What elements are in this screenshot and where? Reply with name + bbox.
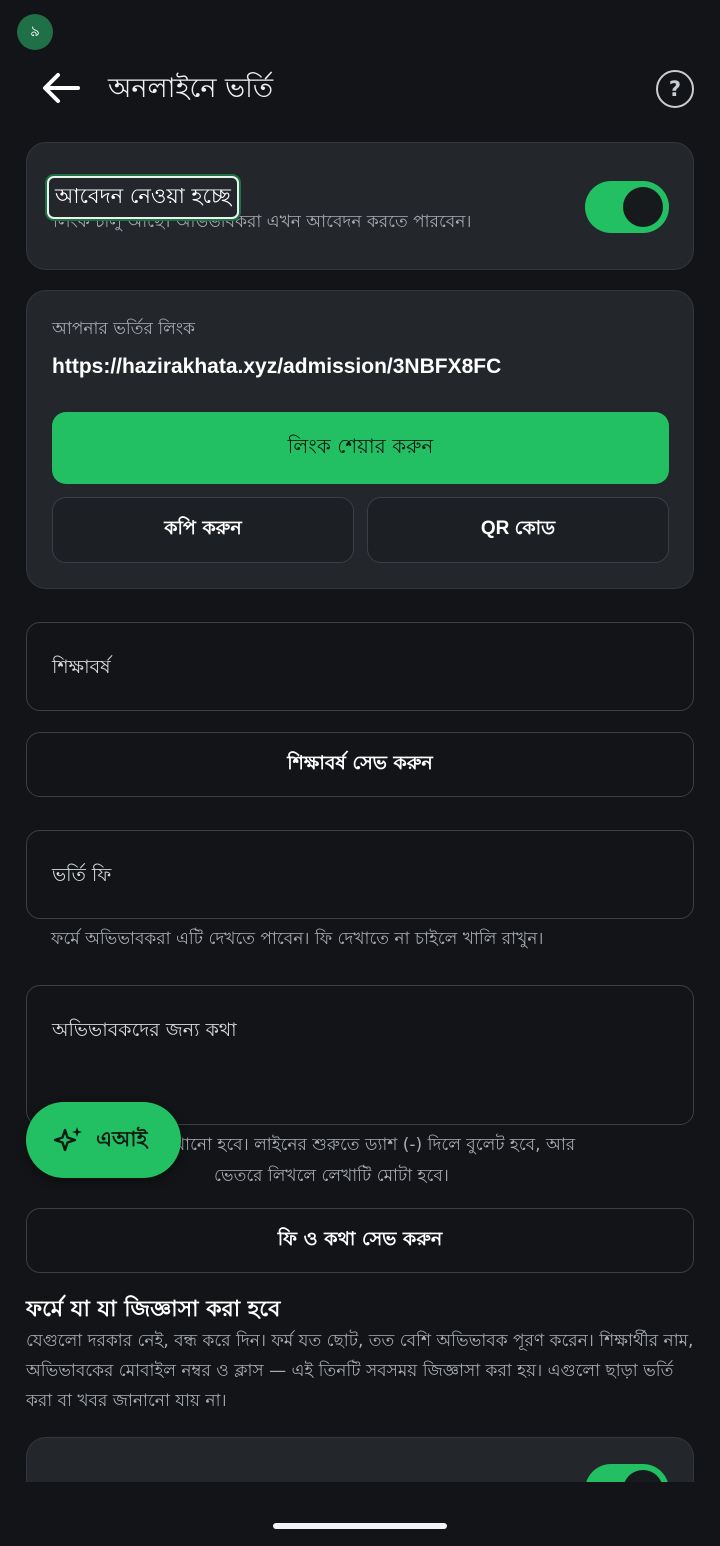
save-fee-note-button[interactable]: ফি ও কথা সেভ করুন [26,1208,694,1273]
notification-badge: ৯ [17,14,53,50]
ai-label: এআই [96,1126,148,1151]
back-button[interactable] [38,68,86,108]
status-title: আবেদন নেওয়া হচ্ছে [47,176,239,219]
admission-fee-placeholder: ভর্তি ফি [52,864,112,886]
arrow-left-icon [43,73,80,103]
share-link-button[interactable]: লিংক শেয়ার করুন [52,412,669,484]
ai-assistant-button[interactable]: এআই [26,1102,181,1178]
save-fee-note-label: ফি ও কথা সেভ করুন [277,1227,443,1250]
save-academic-year-label: শিক্ষাবর্ষ সেভ করুন [287,751,433,774]
home-indicator[interactable] [273,1523,447,1529]
copy-label: কপি করুন [164,517,242,539]
admission-link-card: আপনার ভর্তির লিংক https://hazirakhata.xy… [26,290,694,589]
share-link-label: লিংক শেয়ার করুন [287,433,434,458]
academic-year-placeholder: শিক্ষাবর্ষ [52,656,111,678]
academic-year-field[interactable]: শিক্ষাবর্ষ [26,622,694,711]
sparkle-icon [53,1127,82,1152]
navigation-bar [0,1482,720,1546]
qr-code-label: QR কোড [480,518,556,539]
page-title: অনলাইনে ভর্তি [108,73,274,104]
copy-button[interactable]: কপি করুন [52,497,354,563]
save-academic-year-button[interactable]: শিক্ষাবর্ষ সেভ করুন [26,732,694,797]
questions-section-description: যেগুলো দরকার নেই, বন্ধ করে দিন। ফর্ম যত … [26,1331,694,1411]
admission-status-card: আবেদন নেওয়া হচ্ছে লিংক চালু আছে। অভিভাব… [26,142,694,270]
questions-section-title: ফর্মে যা যা জিজ্ঞাসা করা হবে [26,1297,281,1322]
link-label: আপনার ভর্তির লিংক [52,319,195,339]
qr-code-button[interactable]: QR কোড [367,497,669,563]
admission-link-url: https://hazirakhata.xyz/admission/3NBFX8… [52,355,502,378]
admission-fee-field[interactable]: ভর্তি ফি [26,830,694,919]
help-button[interactable]: ? [656,70,694,108]
parent-note-placeholder: অভিভাবকদের জন্য কথা [52,1019,237,1041]
admission-fee-helper: ফর্মে অভিভাবকরা এটি দেখতে পাবেন। ফি দেখা… [51,929,544,949]
admission-toggle[interactable] [585,181,669,233]
help-icon: ? [668,77,682,101]
toggle-knob [623,187,663,227]
app-bar: অনলাইনে ভর্তি ? [0,56,720,120]
